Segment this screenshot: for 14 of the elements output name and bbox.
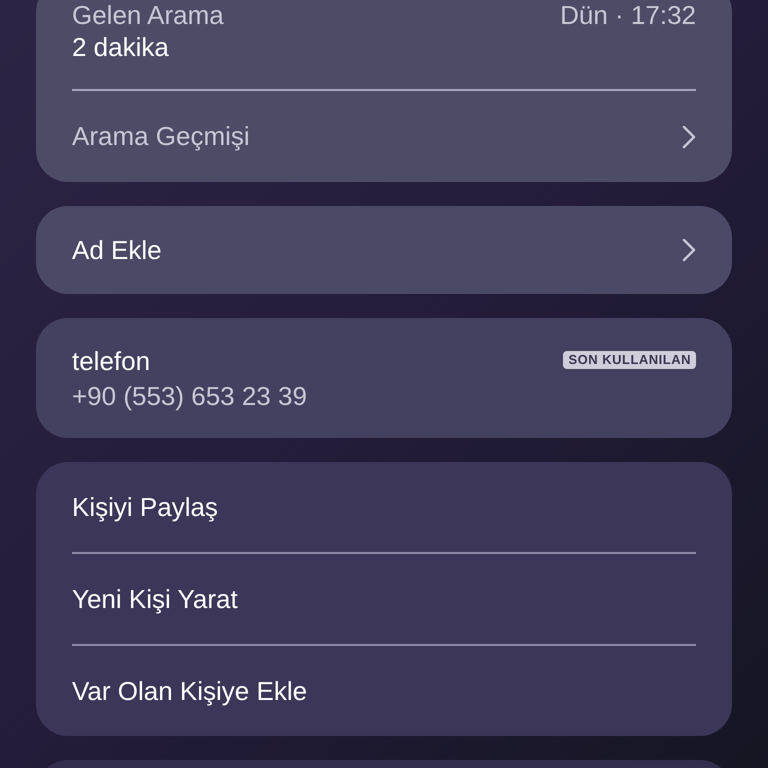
phone-card[interactable]: telefon +90 (553) 653 23 39 SON KULLANILAN	[36, 318, 732, 438]
chevron-right-icon	[682, 124, 696, 148]
recent-badge: SON KULLANILAN	[563, 351, 696, 369]
phone-label: telefon	[72, 345, 152, 377]
phone-number: +90 (553) 653 23 39	[72, 380, 307, 413]
call-duration: 2 dakika	[72, 32, 170, 62]
add-name-row[interactable]: Ad Ekle	[36, 206, 732, 294]
action-item[interactable]: Kişiyi Paylaş	[72, 462, 696, 552]
action-item[interactable]: Yeni Kişi Yarat	[72, 554, 696, 644]
call-type: Gelen Arama	[72, 0, 224, 30]
action-item[interactable]: Var Olan Kişiye Ekle	[72, 646, 696, 736]
chevron-right-icon	[682, 238, 696, 262]
call-history-row[interactable]: Arama Geçmişi	[72, 91, 696, 182]
call-time: Dün · 17:32	[560, 0, 696, 30]
